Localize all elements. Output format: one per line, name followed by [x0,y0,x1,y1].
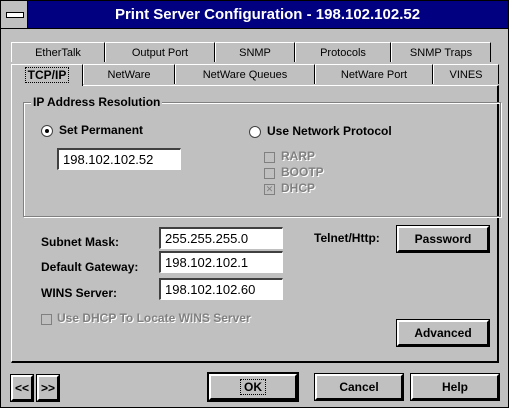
window-title: Print Server Configuration - 198.102.102… [114,6,421,23]
tab-protocols[interactable]: Protocols [295,42,391,62]
tab-snmp-traps[interactable]: SNMP Traps [391,42,491,62]
dhcp-label: DHCP [281,181,316,195]
tab-netware[interactable]: NetWare [83,64,175,84]
title-bar: Print Server Configuration - 198.102.102… [1,1,508,29]
telnet-http-label: Telnet/Http: [314,231,380,245]
use-network-protocol-label[interactable]: Use Network Protocol [267,124,392,138]
password-button[interactable]: Password [396,225,490,253]
use-network-protocol-radio[interactable] [249,126,261,138]
rarp-checkbox[interactable] [264,152,275,163]
tab-snmp[interactable]: SNMP [215,42,295,62]
tab-ethertalk[interactable]: EtherTalk [11,42,105,62]
system-menu-icon [6,12,24,18]
subnet-mask-field[interactable]: 255.255.255.0 [159,227,283,249]
set-permanent-label[interactable]: Set Permanent [59,123,143,137]
ok-button[interactable]: OK [207,372,299,402]
wins-server-field[interactable]: 198.102.102.60 [159,278,283,300]
tab-tcp-ip[interactable]: TCP/IP [11,64,83,86]
radio-selected-dot [45,129,49,133]
tab-output-port[interactable]: Output Port [105,42,215,62]
default-gateway-field[interactable]: 198.102.102.1 [159,251,283,273]
dhcp-wins-checkbox[interactable] [41,314,52,325]
dhcp-wins-label: Use DHCP To Locate WINS Server [57,311,251,325]
help-button[interactable]: Help [410,373,500,401]
rarp-label: RARP [281,149,316,163]
dhcp-checkbox[interactable]: ✕ [264,184,275,195]
ip-resolution-group-label: IP Address Resolution [31,95,163,109]
tab-vines[interactable]: VINES [433,64,499,84]
wins-server-label: WINS Server: [41,286,118,300]
ok-button-label: OK [240,379,266,395]
default-gateway-label: Default Gateway: [41,260,139,274]
tab-tcp-ip-label: TCP/IP [24,67,70,83]
tab-netware-port[interactable]: NetWare Port [315,64,433,84]
system-menu-button[interactable] [1,1,28,28]
ip-address-field[interactable]: 198.102.102.52 [57,148,181,170]
print-server-config-window: Print Server Configuration - 198.102.102… [0,0,509,408]
advanced-button[interactable]: Advanced [396,319,490,347]
cancel-button[interactable]: Cancel [314,373,404,401]
bootp-checkbox[interactable] [264,168,275,179]
subnet-mask-label: Subnet Mask: [41,235,120,249]
tab-netware-queues[interactable]: NetWare Queues [175,64,315,84]
next-button[interactable]: >> [36,374,60,402]
bootp-label: BOOTP [281,165,324,179]
previous-button[interactable]: << [10,374,34,402]
set-permanent-radio[interactable] [41,125,53,137]
